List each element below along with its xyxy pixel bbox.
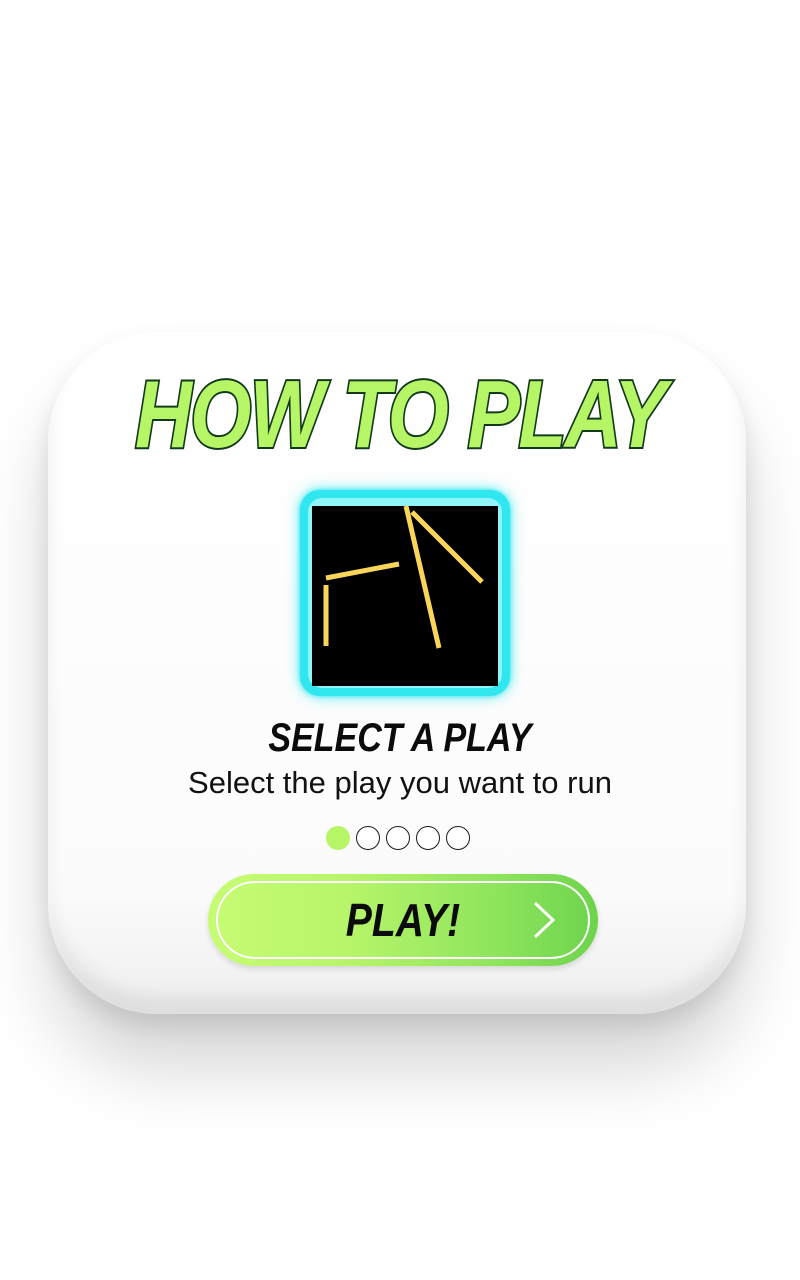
pagination-dot-2[interactable] — [356, 826, 380, 850]
play-button-label: PLAY! — [345, 894, 461, 946]
pagination-dot-3[interactable] — [386, 826, 410, 850]
play-diagram-icon — [312, 506, 498, 686]
play-button[interactable]: PLAY! — [208, 874, 598, 966]
dialog-title: HOW TO PLAY — [133, 359, 668, 470]
pagination-dot-1[interactable] — [326, 826, 350, 850]
step-description: Select the play you want to run — [188, 765, 612, 800]
route-line-horizontal — [325, 561, 400, 581]
chevron-right-icon — [533, 901, 556, 939]
pagination-dot-4[interactable] — [416, 826, 440, 850]
route-line-long — [403, 506, 442, 649]
step-title: SELECT A PLAY — [268, 716, 532, 760]
how-to-play-screen: HOW TO PLAY SELECT A PLAY Select the pla… — [0, 0, 800, 1280]
pagination-dots — [326, 826, 470, 852]
pagination-dot-5[interactable] — [446, 826, 470, 850]
play-preview-frame — [300, 490, 510, 696]
